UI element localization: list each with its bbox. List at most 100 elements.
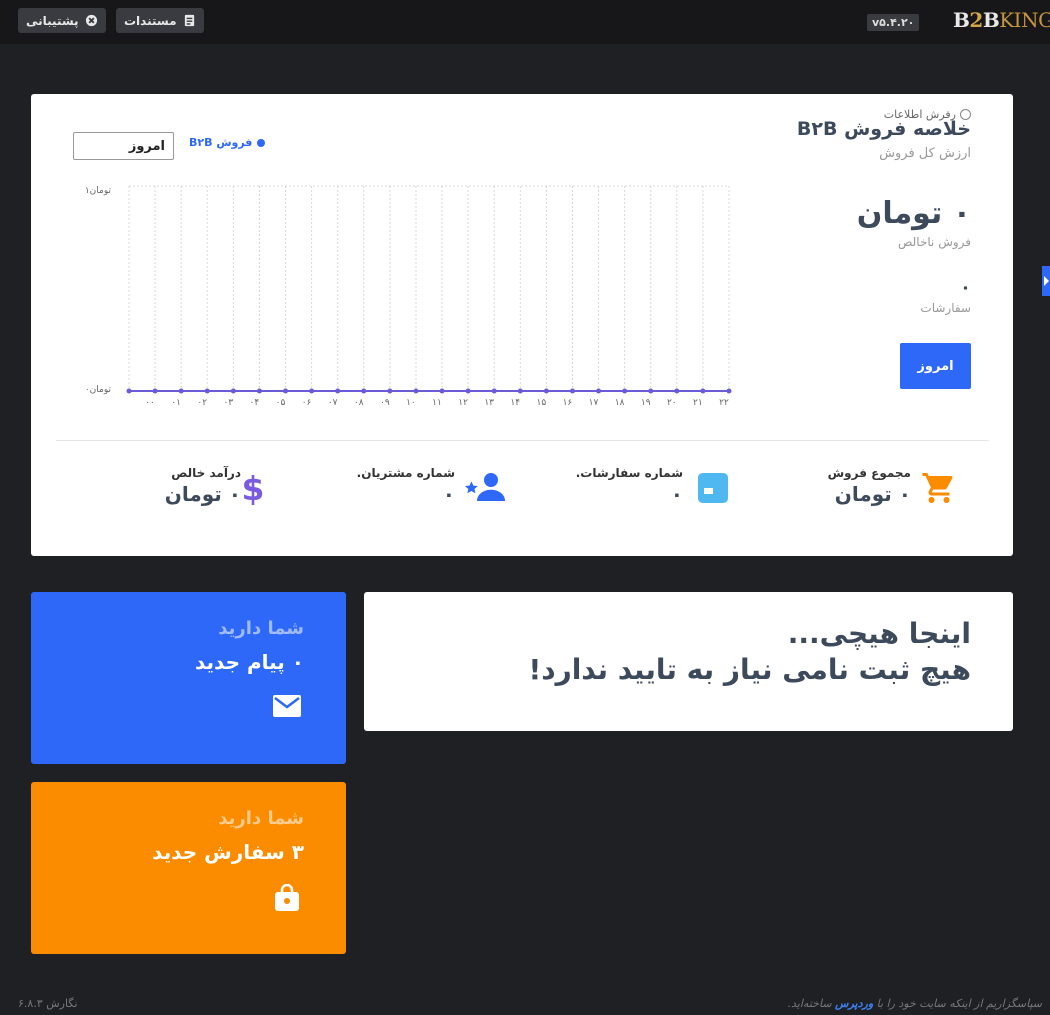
orders-value: ۰ — [960, 277, 971, 298]
y-tick-label: تومان۱ — [85, 186, 112, 196]
x-tick-label: ۰۳ — [223, 398, 233, 408]
x-tick-label: ۱۴ — [510, 398, 520, 408]
gross-sales-label: فروش ناخالص — [897, 235, 971, 249]
docs-button[interactable]: مستندات — [116, 8, 204, 33]
wordpress-link[interactable]: وردپرس — [835, 997, 873, 1010]
top-bar: پشتیبانی مستندات v۵.۴.۲۰ B2BKING — [0, 0, 1050, 44]
legend-dot — [257, 138, 266, 147]
docs-label: مستندات — [124, 13, 177, 28]
empty-notice-line1: اینجا هیچی... — [787, 617, 971, 650]
footer-thanks-pre: سپاسگزاریم از اینکه سایت خود را با — [876, 997, 1042, 1010]
x-tick-label: ۱۷ — [589, 398, 599, 408]
x-tick-label: ۲۲ — [719, 398, 729, 408]
empty-notice-line2: هیچ ثبت نامی نیاز به تایید ندارد! — [528, 653, 971, 686]
x-tick-label: ۱۱ — [432, 398, 442, 408]
summary-title: خلاصه فروش B۲B — [796, 118, 971, 140]
data-point — [569, 388, 575, 394]
stat-order-count: شماره سفارشات. ۰ — [576, 466, 683, 506]
data-point — [465, 388, 471, 394]
orders-have-label: شما دارید — [218, 808, 304, 829]
x-tick-label: ۱۶ — [563, 398, 573, 408]
support-icon — [85, 14, 97, 27]
version-badge: v۵.۴.۲۰ — [867, 14, 920, 31]
divider — [56, 440, 989, 441]
orders-label: سفارشات — [920, 301, 971, 315]
data-point — [387, 388, 393, 394]
stat-value: ۰ تومان — [164, 482, 241, 506]
messages-count: ۰ پیام جدید — [194, 650, 304, 674]
chart-legend: فروش B۲B — [189, 136, 266, 149]
data-point — [700, 388, 706, 394]
x-tick-label: ۰۹ — [380, 398, 390, 408]
stat-value: ۰ — [670, 482, 683, 506]
data-point — [543, 388, 549, 394]
side-collapse-tab[interactable] — [1042, 266, 1050, 296]
today-button[interactable]: امروز — [900, 343, 971, 389]
wp-version: نگارش ۶.۸.۳ — [18, 997, 78, 1010]
x-tick-label: ۰۵ — [276, 398, 286, 408]
y-tick-label: تومان۰ — [85, 385, 112, 395]
x-tick-label: ۰۱ — [171, 398, 181, 408]
messages-have-label: شما دارید — [218, 618, 304, 639]
gross-sales-value: ۰ تومان — [856, 196, 971, 231]
mail-icon — [272, 694, 302, 722]
data-point — [596, 388, 602, 394]
sales-summary-card: رفرش اطلاعات خلاصه فروش B۲B ارزش کل فروش… — [31, 94, 1013, 556]
sales-line-chart: تومان۰ تومان۱ ۰۰ ۰۱ ۰۲ ۰۳ ۰۴ ۰۵ ۰۶ ۰۷ ۰۸ ۰۹ ۱۰ ۱۱ ۱۲ ۱۳… — [85, 185, 732, 408]
x-tick-label: ۰۸ — [354, 398, 364, 408]
data-point — [309, 388, 315, 394]
data-point — [648, 388, 654, 394]
data-point — [256, 388, 262, 394]
data-point — [178, 388, 184, 394]
stat-label: مجموع فروش — [827, 466, 911, 480]
date-range-select[interactable]: امروز — [73, 132, 174, 160]
footer-thanks: سپاسگزاریم از اینکه سایت خود را با وردپر… — [788, 997, 1042, 1010]
empty-notice: اینجا هیچی... هیچ ثبت نامی نیاز به تایید… — [528, 616, 971, 688]
x-tick-label: ۱۳ — [484, 398, 494, 408]
data-point — [126, 388, 132, 394]
data-point — [439, 388, 445, 394]
data-point — [413, 388, 419, 394]
box-icon — [695, 470, 731, 510]
data-point — [335, 388, 341, 394]
stat-net-revenue: درآمد خالص ۰ تومان — [165, 466, 241, 506]
stat-total-sales: مجموع فروش ۰ تومان — [828, 466, 911, 506]
document-icon — [184, 14, 194, 27]
cart-icon — [919, 470, 959, 510]
data-point — [674, 388, 680, 394]
dollar-icon: $ — [239, 469, 267, 510]
customer-star-icon — [463, 470, 505, 508]
new-orders-card[interactable]: شما دارید ۳ سفارش جدید — [31, 782, 346, 954]
b2bking-logo: B2BKING — [953, 8, 1050, 32]
stat-label: درآمد خالص — [171, 466, 241, 480]
x-tick-label: ۲۰ — [667, 398, 677, 408]
x-tick-label: ۰۴ — [250, 398, 260, 408]
stat-customer-count: شماره مشتریان. ۰ — [357, 466, 455, 506]
x-tick-label: ۱۹ — [641, 398, 651, 408]
pending-registrations-card: اینجا هیچی... هیچ ثبت نامی نیاز به تایید… — [364, 592, 1013, 731]
x-tick-label: ۱۵ — [537, 398, 547, 408]
data-point — [283, 388, 289, 394]
data-point — [491, 388, 497, 394]
footer-thanks-post: ساخته‌اید. — [787, 997, 832, 1010]
x-tick-label: ۰۷ — [328, 398, 338, 408]
x-tick-label: ۱۸ — [615, 398, 625, 408]
stat-label: شماره مشتریان. — [356, 466, 455, 480]
data-point — [361, 388, 367, 394]
data-point — [726, 388, 732, 394]
stat-value: ۰ — [442, 482, 455, 506]
summary-subtitle: ارزش کل فروش — [879, 146, 971, 161]
stat-value: ۰ تومان — [834, 482, 911, 506]
data-point — [230, 388, 236, 394]
x-tick-label: ۰۰ — [145, 398, 155, 408]
support-label: پشتیبانی — [26, 13, 79, 28]
new-messages-card[interactable]: شما دارید ۰ پیام جدید — [31, 592, 346, 764]
shopping-bag-icon — [274, 883, 300, 916]
data-point — [204, 388, 210, 394]
x-tick-label: ۱۲ — [458, 398, 468, 408]
x-tick-label: ۰۲ — [197, 398, 207, 408]
support-button[interactable]: پشتیبانی — [18, 8, 106, 33]
x-tick-label: ۰۶ — [302, 398, 312, 408]
data-point — [152, 388, 158, 394]
x-tick-label: ۱۰ — [406, 398, 416, 408]
